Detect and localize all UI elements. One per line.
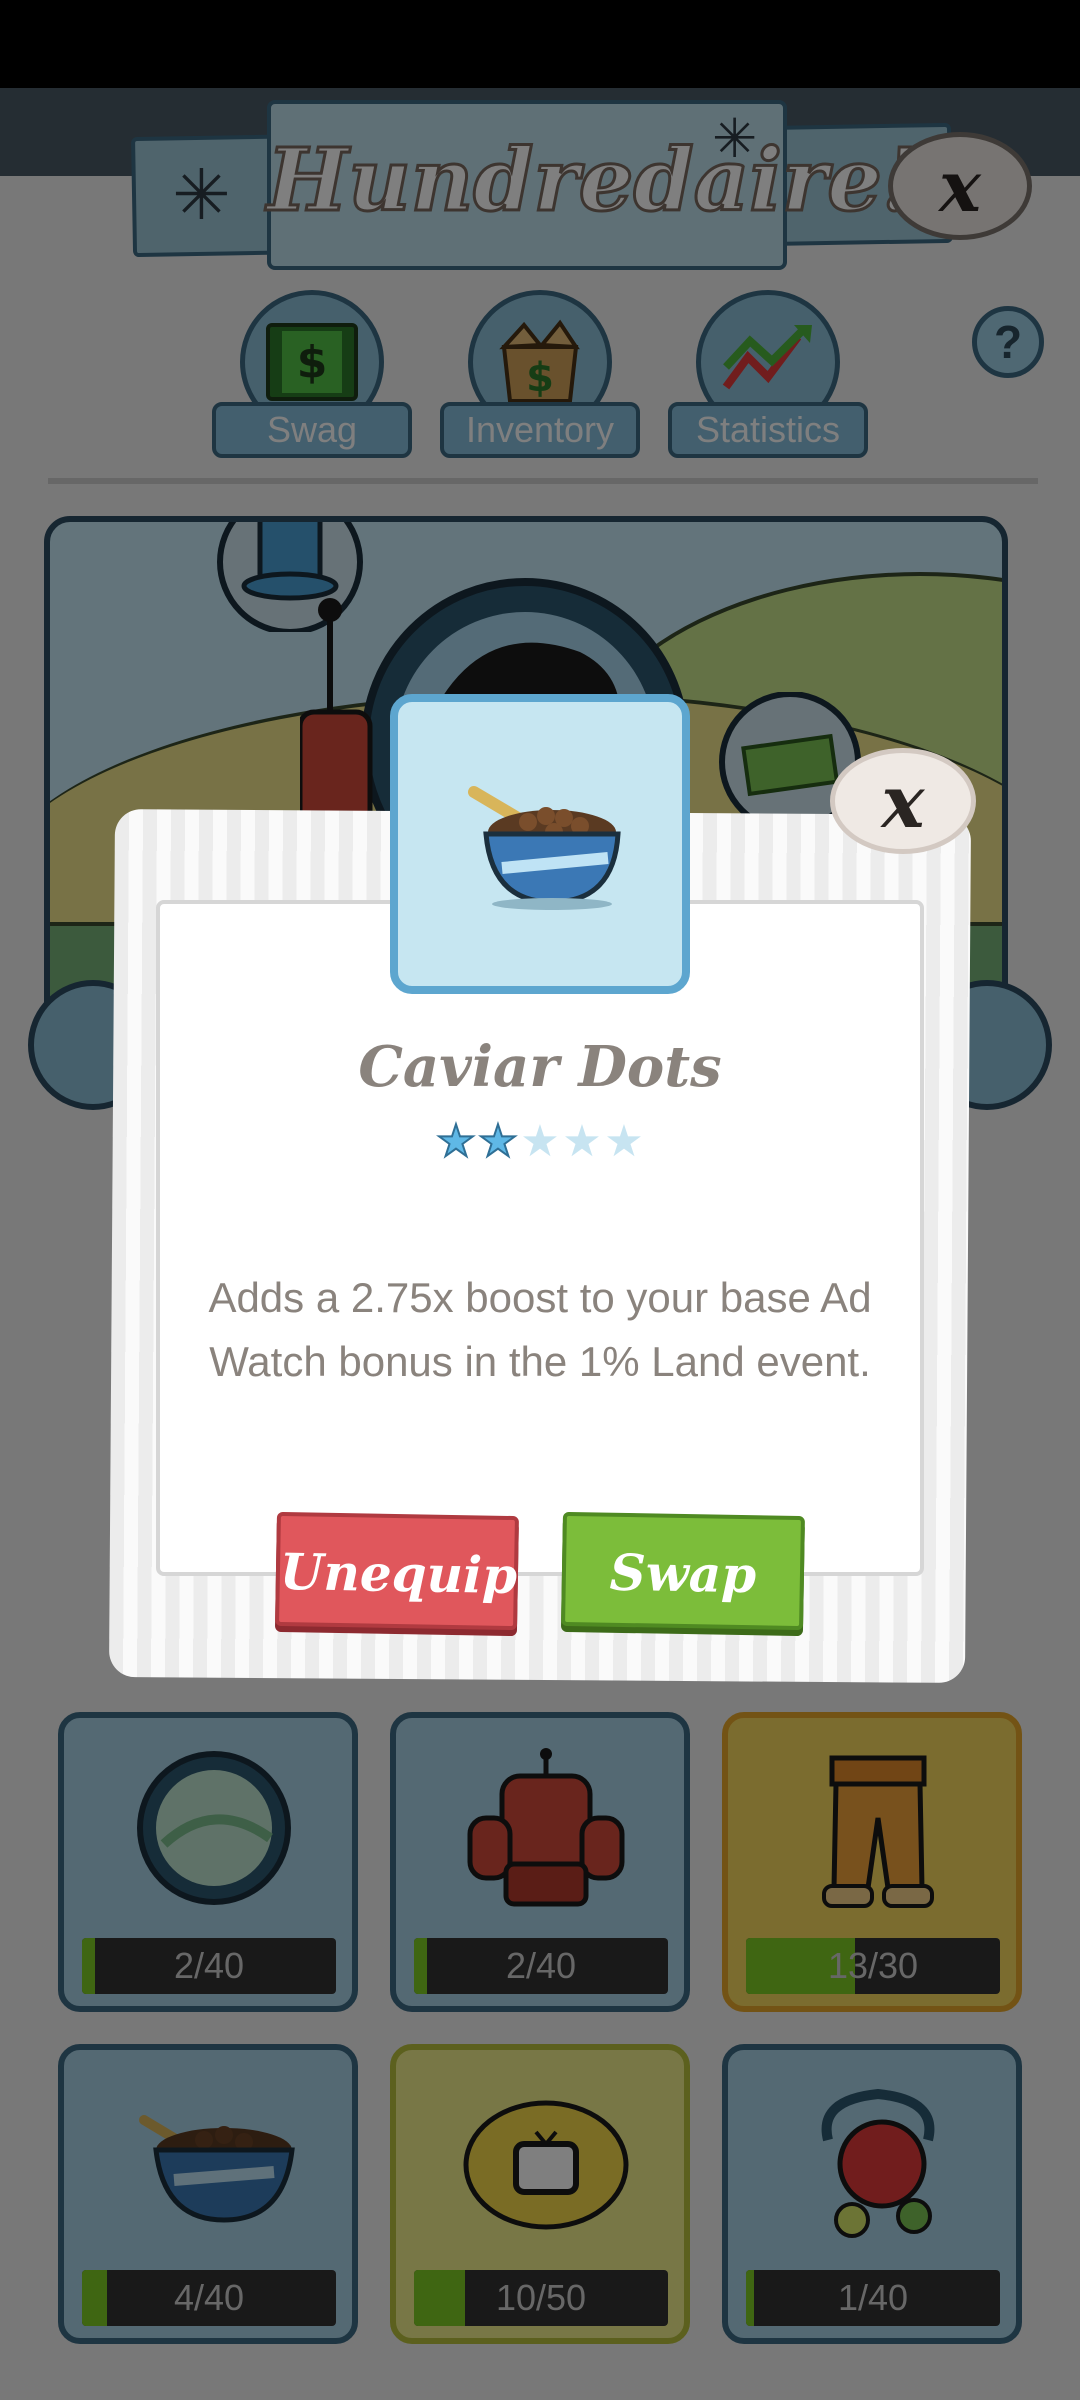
close-modal-button[interactable]: x — [830, 748, 976, 854]
star-rating: ★ ★ ★ ★ ★ — [435, 1116, 646, 1170]
unequip-button[interactable]: Unequip — [275, 1511, 519, 1631]
item-description: Adds a 2.75x boost to your base Ad Watch… — [208, 1274, 872, 1385]
star-filled-icon: ★ — [477, 1116, 518, 1167]
swap-button[interactable]: Swap — [561, 1511, 805, 1631]
modal-content-panel — [156, 900, 924, 1576]
star-empty-icon: ★ — [562, 1116, 602, 1167]
star-filled-icon: ★ — [435, 1116, 476, 1167]
caviar-bowl-icon — [468, 786, 621, 910]
star-empty-icon: ★ — [520, 1116, 560, 1167]
star-empty-icon: ★ — [604, 1116, 644, 1167]
item-preview — [390, 694, 690, 994]
item-name: Caviar Dots — [358, 1034, 722, 1100]
